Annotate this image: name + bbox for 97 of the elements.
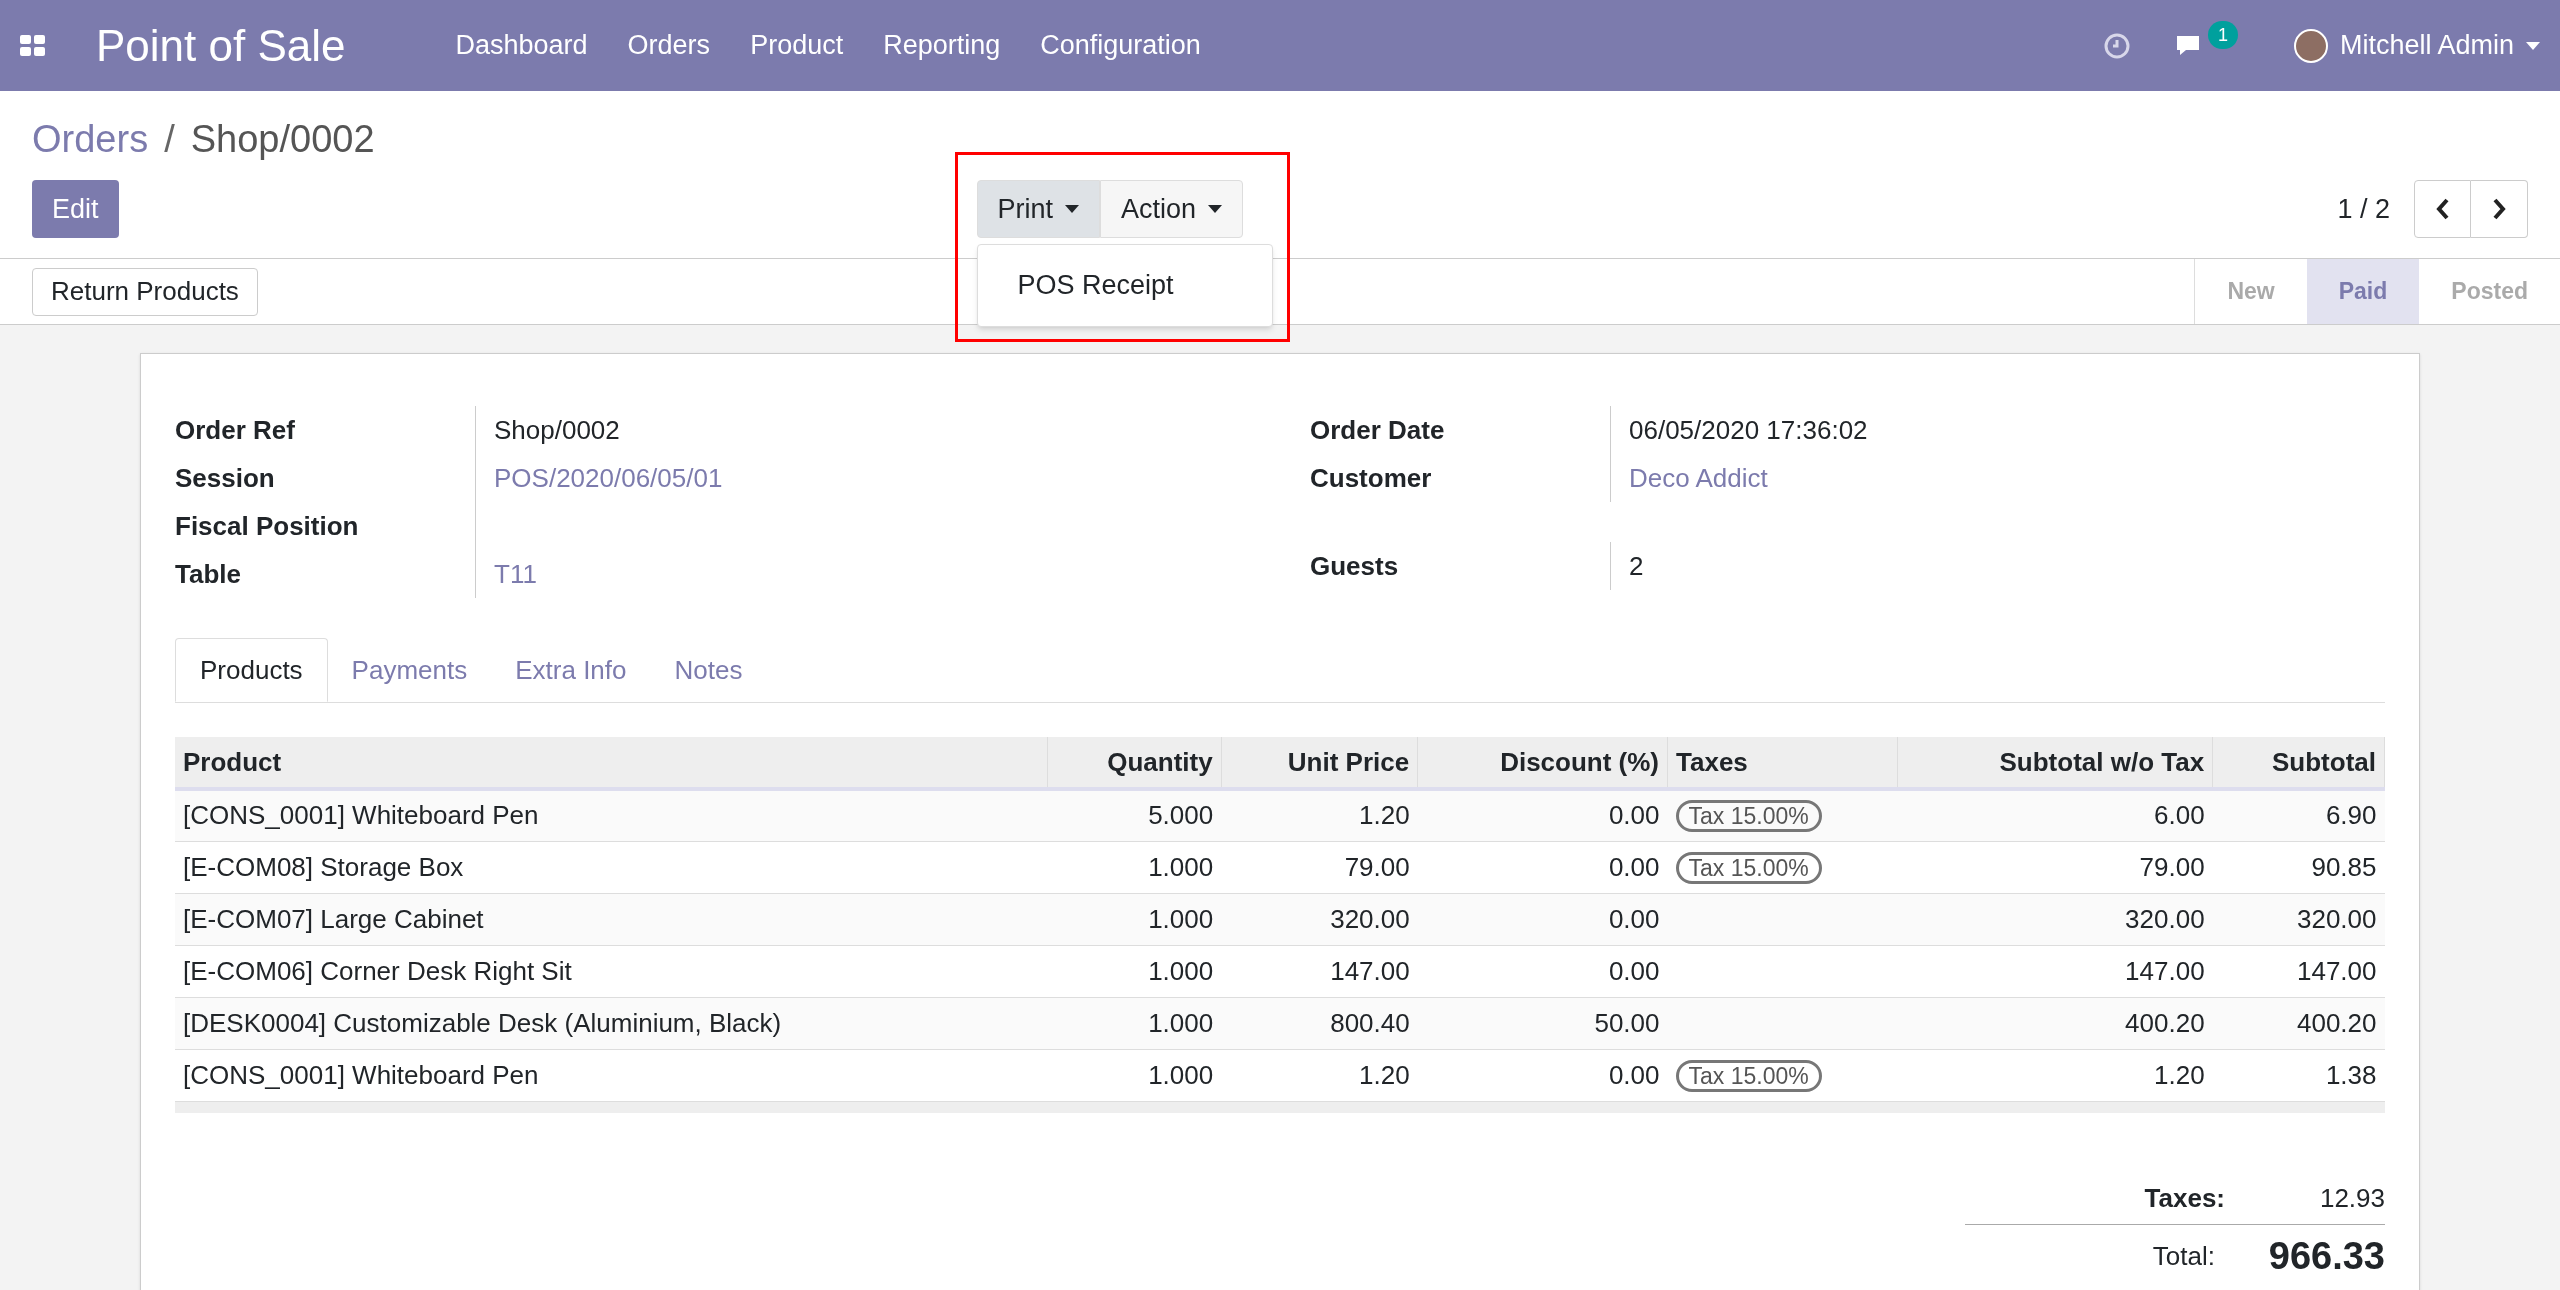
chevron-right-icon [2492, 198, 2506, 220]
field-link[interactable]: T11 [494, 554, 537, 594]
field-label: Guests [1310, 549, 1400, 583]
menu-link[interactable]: Configuration [1040, 25, 1201, 66]
table-cell: 147.00 [2296, 955, 2377, 986]
table-cell: 400.20 [2296, 1007, 2377, 1038]
table-cell: 6.90 [2325, 800, 2377, 831]
caret-icon [1208, 205, 1223, 213]
field-label: Customer [1310, 461, 1433, 495]
table-cell: 0.00 [1608, 1059, 1660, 1090]
edit-button[interactable]: Edit [32, 180, 119, 238]
table-cell: 147.00 [1330, 955, 1410, 986]
taxes-amount: 12.93 [2318, 1182, 2385, 1215]
table-cell: 6.00 [2154, 800, 2205, 831]
table-cell: 50.00 [1594, 1007, 1660, 1038]
table-cell: 0.00 [1608, 851, 1660, 882]
return-products-button[interactable]: Return Products [32, 267, 258, 316]
table-cell: [E-COM07] Large Cabinet [183, 903, 484, 934]
field-link[interactable]: Deco Addict [1629, 458, 1768, 498]
table-cell: 320.00 [2296, 903, 2377, 934]
tab[interactable]: Notes [650, 638, 767, 702]
menu-link[interactable]: Product [750, 25, 844, 66]
previous-button[interactable] [2414, 180, 2471, 238]
breadcrumb-current: Shop/0002 [190, 117, 375, 162]
action-dropdown-button[interactable]: Action [1100, 180, 1244, 238]
clock-icon[interactable] [2103, 32, 2130, 59]
message-count-badge: 1 [2207, 20, 2238, 49]
table-cell: 79.00 [2139, 851, 2205, 882]
table-cell: [CONS_0001] Whiteboard Pen [183, 1059, 539, 1090]
table-cell: 1.000 [1148, 851, 1214, 882]
tab[interactable]: Extra Info [491, 638, 651, 702]
tax-tag: Tax 15.00% [1675, 800, 1822, 833]
field-link[interactable]: POS/2020/06/05/01 [494, 458, 723, 498]
chevron-left-icon [2435, 198, 2450, 220]
breadcrumb-link[interactable]: Orders [32, 111, 149, 168]
total-amount: 966.33 [2267, 1233, 2385, 1279]
table-cell: 800.40 [1330, 1007, 1410, 1038]
pager-value: 1 / 2 [2337, 192, 2390, 226]
table-cell: 79.00 [1344, 851, 1410, 882]
table-cell: [CONS_0001] Whiteboard Pen [183, 800, 539, 831]
table-cell: [DESK0004] Customizable Desk (Aluminium, Black) [183, 1007, 782, 1038]
table-cell: 0.00 [1608, 955, 1660, 986]
table-cell: 0.00 [1608, 903, 1660, 934]
menu-link[interactable]: Dashboard [455, 25, 588, 66]
taxes-label: Taxes: [2144, 1182, 2225, 1215]
print-dropdown-button[interactable]: Print [976, 180, 1101, 238]
breadcrumb-separator: / [164, 117, 175, 162]
table-cell: 1.000 [1148, 955, 1214, 986]
field-label: Fiscal Position [175, 509, 360, 543]
caret-icon [2526, 41, 2540, 50]
tax-tag: Tax 15.00% [1675, 1059, 1822, 1092]
table-cell: 1.20 [2154, 1059, 2205, 1090]
table-cell: 1.20 [1359, 1059, 1410, 1090]
tab[interactable]: Payments [327, 638, 492, 702]
table-cell: 5.000 [1148, 800, 1214, 831]
table-cell: 1.000 [1148, 903, 1214, 934]
table-cell: 400.20 [2125, 1007, 2205, 1038]
status-step[interactable]: Paid [2306, 259, 2420, 324]
caret-icon [1065, 205, 1080, 213]
table-cell: [E-COM06] Corner Desk Right Sit [183, 955, 572, 986]
column-header[interactable]: Unit Price [1221, 737, 1418, 789]
field-value: Shop/0002 [494, 413, 620, 447]
menu-link[interactable]: Orders [627, 25, 711, 66]
column-header[interactable]: Subtotal [2212, 737, 2385, 789]
table-cell: [E-COM08] Storage Box [183, 851, 464, 882]
table-cell: 1.000 [1148, 1059, 1214, 1090]
field-value: 06/05/2020 17:36:02 [1629, 413, 1868, 447]
column-header[interactable]: Discount (%) [1417, 737, 1668, 789]
table-cell: 320.00 [2125, 903, 2205, 934]
table-cell: 1.38 [2325, 1059, 2377, 1090]
tax-tag: Tax 15.00% [1675, 851, 1822, 884]
field-label: Table [175, 557, 242, 591]
dropdown-item[interactable]: POS Receipt [977, 253, 1272, 318]
field-label: Order Ref [175, 413, 296, 447]
column-header[interactable]: Product [175, 737, 1048, 789]
field-label: Order Date [1310, 413, 1446, 447]
field-value: 2 [1629, 549, 1644, 583]
column-header[interactable]: Taxes [1667, 737, 1898, 789]
total-label: Total: [2152, 1239, 2215, 1273]
status-step[interactable]: Posted [2419, 259, 2560, 324]
field-label: Session [175, 461, 276, 495]
column-header[interactable]: Quantity [1047, 737, 1222, 789]
table-cell: 147.00 [2125, 955, 2205, 986]
table-cell: 90.85 [2311, 851, 2377, 882]
table-cell: 1.20 [1359, 800, 1410, 831]
status-step[interactable]: New [2195, 259, 2307, 324]
app-title[interactable]: Point of Sale [96, 12, 346, 79]
user-avatar[interactable] [2293, 28, 2328, 63]
next-button[interactable] [2471, 180, 2528, 238]
column-header[interactable]: Subtotal w/o Tax [1897, 737, 2213, 789]
table-cell: 1.000 [1148, 1007, 1214, 1038]
menu-link[interactable]: Reporting [883, 25, 1001, 66]
table-cell: 0.00 [1608, 800, 1660, 831]
user-menu-button[interactable]: Mitchell Admin [2339, 25, 2540, 66]
table-cell: 320.00 [1330, 903, 1410, 934]
tab[interactable]: Products [175, 638, 328, 702]
apps-grid-icon[interactable] [20, 34, 46, 57]
